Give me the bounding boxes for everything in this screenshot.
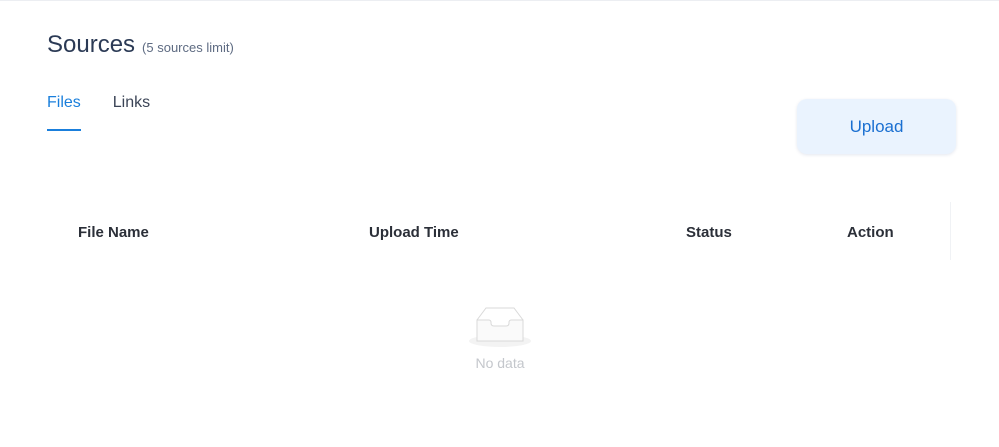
column-header-upload-time[interactable]: Upload Time: [369, 224, 459, 241]
source-tabs: Files Links: [47, 94, 150, 131]
sources-limit-note: (5 sources limit): [142, 40, 234, 55]
empty-text: No data: [475, 355, 525, 371]
sources-table: File Name Upload Time Status Action: [47, 202, 951, 260]
page-header: Sources (5 sources limit): [47, 31, 234, 59]
column-header-status[interactable]: Status: [686, 224, 732, 241]
table-header: File Name Upload Time Status Action: [47, 202, 951, 260]
sources-page: Sources (5 sources limit) Files Links Up…: [0, 0, 999, 447]
empty-state: No data: [450, 307, 550, 371]
column-header-file-name[interactable]: File Name: [78, 224, 149, 241]
upload-button[interactable]: Upload: [797, 99, 956, 154]
empty-inbox-icon: [468, 307, 532, 348]
column-header-action[interactable]: Action: [847, 224, 894, 241]
tab-files[interactable]: Files: [47, 94, 81, 131]
tab-links[interactable]: Links: [113, 94, 150, 131]
page-title: Sources: [47, 31, 136, 58]
